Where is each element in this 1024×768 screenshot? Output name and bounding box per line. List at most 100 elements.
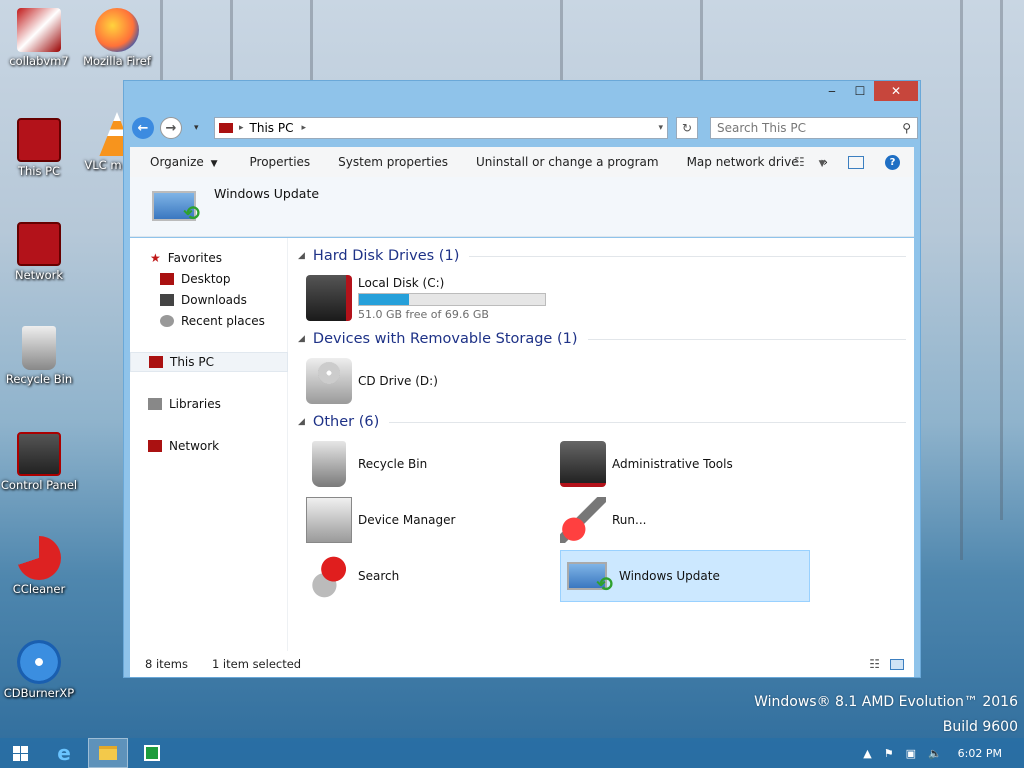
clock[interactable]: 6:02 PM — [958, 747, 1002, 760]
nav-label: Favorites — [167, 251, 222, 265]
group-header-hard-disk-drives[interactable]: ◢ Hard Disk Drives (1) — [298, 246, 906, 266]
back-button[interactable]: ← — [132, 117, 154, 139]
start-button[interactable] — [0, 738, 40, 768]
device-manager-icon — [306, 497, 352, 543]
map-network-drive-button[interactable]: Map network drive — [677, 155, 809, 169]
help-icon: ? — [889, 156, 896, 168]
downloads-icon — [160, 294, 174, 306]
close-button[interactable]: ✕ — [874, 81, 918, 101]
change-view-button[interactable]: ☷ ▼ — [794, 155, 826, 169]
command-bar: Organize ▼ Properties System properties … — [130, 147, 914, 177]
nav-label: Libraries — [169, 397, 221, 411]
organize-menu[interactable]: Organize ▼ — [130, 155, 228, 169]
desktop-icon-collabvm[interactable]: collabvm7 — [0, 8, 78, 68]
group-divider — [389, 421, 906, 423]
star-icon: ★ — [150, 251, 161, 265]
arrow-left-icon: ← — [137, 120, 149, 136]
address-history-dropdown[interactable]: ▾ — [658, 123, 663, 133]
refresh-button[interactable]: ↻ — [676, 117, 698, 139]
taskbar-store[interactable] — [132, 738, 172, 768]
address-bar[interactable]: ▸ This PC ▸ ▾ — [214, 117, 668, 139]
item-run[interactable]: Run... — [560, 494, 810, 546]
recent-places-icon — [160, 315, 174, 327]
item-search[interactable]: Search — [306, 550, 546, 602]
preview-pane-button[interactable] — [848, 155, 864, 169]
window-titlebar[interactable]: ‒ ☐ ✕ — [124, 81, 920, 103]
breadcrumb-chevron-icon[interactable]: ▸ — [239, 123, 244, 133]
item-administrative-tools[interactable]: Administrative Tools — [560, 438, 810, 490]
desktop-icon-label: CDBurnerXP — [3, 686, 75, 700]
maximize-button[interactable]: ☐ — [846, 81, 874, 101]
windows-update-icon: ⟲ — [567, 562, 613, 596]
address-row: ← → ▾ ▸ This PC ▸ ▾ ↻ Search This PC ⚲ — [132, 114, 918, 142]
search-icon[interactable]: ⚲ — [902, 121, 911, 135]
os-watermark-edition: Windows® 8.1 AMD Evolution™ 2016 — [754, 694, 1018, 710]
cd-disc-icon — [17, 640, 61, 684]
nav-label: Network — [169, 439, 220, 453]
desktop-icon-recycle-bin[interactable]: Recycle Bin — [0, 326, 78, 386]
nav-network[interactable]: Network — [130, 436, 288, 456]
network-icon — [148, 440, 162, 452]
large-icons-view-button[interactable] — [890, 658, 904, 670]
action-center-flag-icon[interactable]: ⚑ — [884, 747, 894, 760]
network-status-icon[interactable]: ▣ — [906, 747, 916, 760]
taskbar: e ▲ ⚑ ▣ 🔈 6:02 PM — [0, 738, 1024, 768]
this-pc-icon — [219, 123, 233, 133]
group-divider — [469, 255, 906, 257]
drive-cd-d[interactable]: CD Drive (D:) — [306, 355, 546, 407]
desktop-icon-firefox[interactable]: Mozilla Firef — [78, 8, 156, 68]
group-title: Other (6) — [312, 414, 380, 430]
taskbar-internet-explorer[interactable]: e — [44, 738, 84, 768]
nav-desktop[interactable]: Desktop — [130, 269, 288, 289]
minimize-button[interactable]: ‒ — [818, 81, 846, 101]
search-input[interactable]: Search This PC ⚲ — [710, 117, 918, 139]
item-windows-update[interactable]: ⟲ Windows Update — [560, 550, 810, 602]
folder-icon — [99, 746, 117, 760]
wallpaper-tree — [1000, 0, 1003, 520]
collapse-triangle-icon: ◢ — [298, 417, 305, 427]
nav-recent-places[interactable]: Recent places — [130, 311, 288, 331]
ccleaner-icon — [17, 536, 61, 580]
breadcrumb-this-pc[interactable]: This PC — [250, 121, 294, 135]
desktop-icon-ccleaner[interactable]: CCleaner — [0, 536, 78, 596]
desktop-icon-this-pc[interactable]: This PC — [0, 118, 78, 178]
nav-favorites[interactable]: ★ Favorites — [130, 248, 288, 268]
recycle-bin-icon — [22, 326, 56, 370]
network-icon — [17, 222, 61, 266]
volume-muted-icon[interactable]: 🔈 — [928, 747, 942, 760]
item-device-manager[interactable]: Device Manager — [306, 494, 546, 546]
details-view-button[interactable]: ☷ — [869, 657, 880, 671]
drive-local-disk-c[interactable]: Local Disk (C:) 51.0 GB free of 69.6 GB — [306, 272, 566, 324]
hard-drive-icon — [306, 275, 352, 321]
status-bar: 8 items 1 item selected ☷ — [130, 651, 914, 677]
group-header-other[interactable]: ◢ Other (6) — [298, 412, 906, 432]
group-header-removable-storage[interactable]: ◢ Devices with Removable Storage (1) — [298, 329, 906, 349]
taskbar-file-explorer[interactable] — [88, 738, 128, 768]
properties-button[interactable]: Properties — [240, 155, 321, 169]
system-properties-button[interactable]: System properties — [328, 155, 458, 169]
item-label: Administrative Tools — [612, 457, 733, 471]
desktop-icon-control-panel[interactable]: Control Panel — [0, 432, 78, 492]
os-watermark-build: Build 9600 — [942, 719, 1018, 735]
show-hidden-icons-button[interactable]: ▲ — [863, 747, 871, 760]
forward-button[interactable]: → — [160, 117, 182, 139]
breadcrumb-chevron-icon[interactable]: ▸ — [301, 123, 306, 133]
desktop-icon-cdburnerxp[interactable]: CDBurnerXP — [0, 640, 78, 700]
drive-usage-fill — [359, 293, 409, 305]
desktop-icon-network[interactable]: Network — [0, 222, 78, 282]
internet-explorer-icon: e — [57, 741, 71, 765]
desktop-icon-label: collabvm7 — [9, 54, 69, 68]
recycle-bin-icon — [312, 441, 346, 487]
windows-update-icon: ⟲ — [152, 191, 200, 225]
desktop-icon — [160, 273, 174, 285]
nav-libraries[interactable]: Libraries — [130, 394, 288, 414]
collapse-triangle-icon: ◢ — [298, 334, 305, 344]
help-button[interactable]: ? — [885, 154, 900, 170]
nav-downloads[interactable]: Downloads — [130, 290, 288, 310]
uninstall-program-button[interactable]: Uninstall or change a program — [466, 155, 669, 169]
item-recycle-bin[interactable]: Recycle Bin — [306, 438, 546, 490]
recent-locations-dropdown[interactable]: ▾ — [194, 123, 199, 133]
navigation-pane: ★ Favorites Desktop Downloads Recent pla… — [130, 238, 288, 651]
nav-this-pc[interactable]: This PC — [130, 352, 288, 372]
desktop-icon-label: Mozilla Firef — [83, 54, 151, 68]
